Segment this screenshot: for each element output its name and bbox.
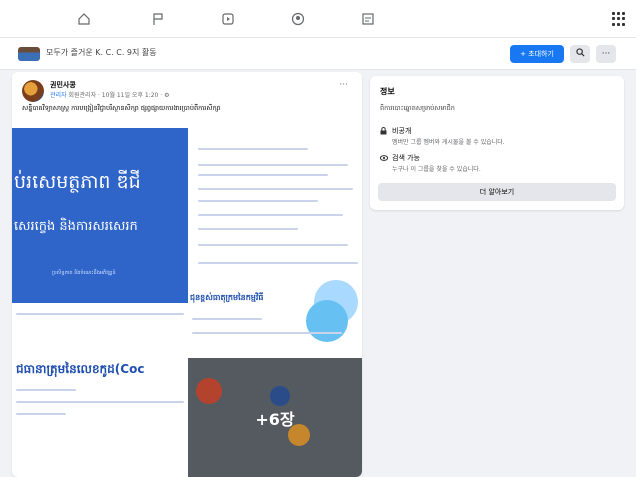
post-meta: 관리자 회원관리자 · 10월 11일 오후 1:20 · ⚙ <box>50 90 169 99</box>
group-info-card: 정보 ពិការបោះឆ្នោតសម្រាប់សមាជិក 비공개 멤버만 그룹… <box>370 76 624 210</box>
visibility-description: 누구나 이 그룹을 찾을 수 있습니다. <box>392 166 481 173</box>
image2-heading: ជុនខ្ពស់ធាតុក្រមនៃកម្មវិធី <box>190 293 264 302</box>
groups-icon[interactable] <box>288 9 308 29</box>
search-icon <box>575 48 585 60</box>
image2-bubble <box>306 300 348 342</box>
post-text: សន្និបាតវិទ្យាសាស្ត្រ ការបង្រៀនវិជ្ជាបរិ… <box>22 104 221 112</box>
author-avatar[interactable] <box>22 80 44 102</box>
post-image-more[interactable]: +6장 <box>188 358 362 477</box>
group-name[interactable]: 모두가 즐거운 K. C. C. 9지 활동 <box>46 47 157 58</box>
group-avatar[interactable] <box>18 47 40 61</box>
post-image-1[interactable]: ប់រសេមត្ថភាព ឌីជី សេរក្ខេង និងការសរសេរក … <box>12 128 188 303</box>
image1-title: ប់រសេមត្ថភាព ឌីជី <box>14 171 141 193</box>
image1-caption: ប្រសិទ្ធភាព និងចំណេះដឹងអភិវឌ្ឍន៍ <box>52 270 116 276</box>
privacy-title: 비공개 <box>392 127 412 135</box>
image3-heading: ជធានាត្រុមនៃលេខកូដ(Coc <box>16 362 145 376</box>
lock-icon <box>380 127 387 137</box>
news-icon[interactable] <box>358 9 378 29</box>
post-more-button[interactable]: ··· <box>339 80 348 90</box>
flag-icon[interactable] <box>148 9 168 29</box>
group-more-button[interactable]: ··· <box>596 45 616 63</box>
learn-more-button[interactable]: 더 알아보기 <box>378 183 616 201</box>
info-title: 정보 <box>380 87 395 96</box>
search-button[interactable] <box>570 45 590 63</box>
post-image-3[interactable]: ជធានាត្រុមនៃលេខកូដ(Coc <box>12 303 188 477</box>
post-timestamp[interactable]: 회원관리자 · 10월 11일 오후 1:20 · ⚙ <box>68 92 169 99</box>
visibility-title: 검색 가능 <box>392 154 420 162</box>
info-description: ពិការបោះឆ្នោតសម្រាប់សមាជិក <box>380 104 455 112</box>
post-image-2[interactable]: ជុនខ្ពស់ធាតុក្រមនៃកម្មវិធី <box>188 128 362 358</box>
admin-badge: 관리자 <box>50 92 67 99</box>
author-name[interactable]: 권민사콩 <box>50 80 76 90</box>
more-photos-count: +6장 <box>255 409 295 429</box>
privacy-description: 멤버만 그룹 멤버와 게시물을 볼 수 있습니다. <box>392 139 505 146</box>
eye-icon <box>379 154 389 163</box>
group-header: 모두가 즐거운 K. C. C. 9지 활동 + 초대하기 ··· <box>0 38 636 70</box>
home-icon[interactable] <box>74 9 94 29</box>
image1-subtitle: សេរក្ខេង និងការសរសេរក <box>14 219 138 234</box>
top-nav <box>0 0 636 38</box>
post-card: 권민사콩 관리자 회원관리자 · 10월 11일 오후 1:20 · ⚙ ···… <box>12 72 362 477</box>
invite-button[interactable]: + 초대하기 <box>510 45 564 63</box>
menu-grid-icon[interactable] <box>612 12 626 26</box>
play-icon[interactable] <box>218 9 238 29</box>
